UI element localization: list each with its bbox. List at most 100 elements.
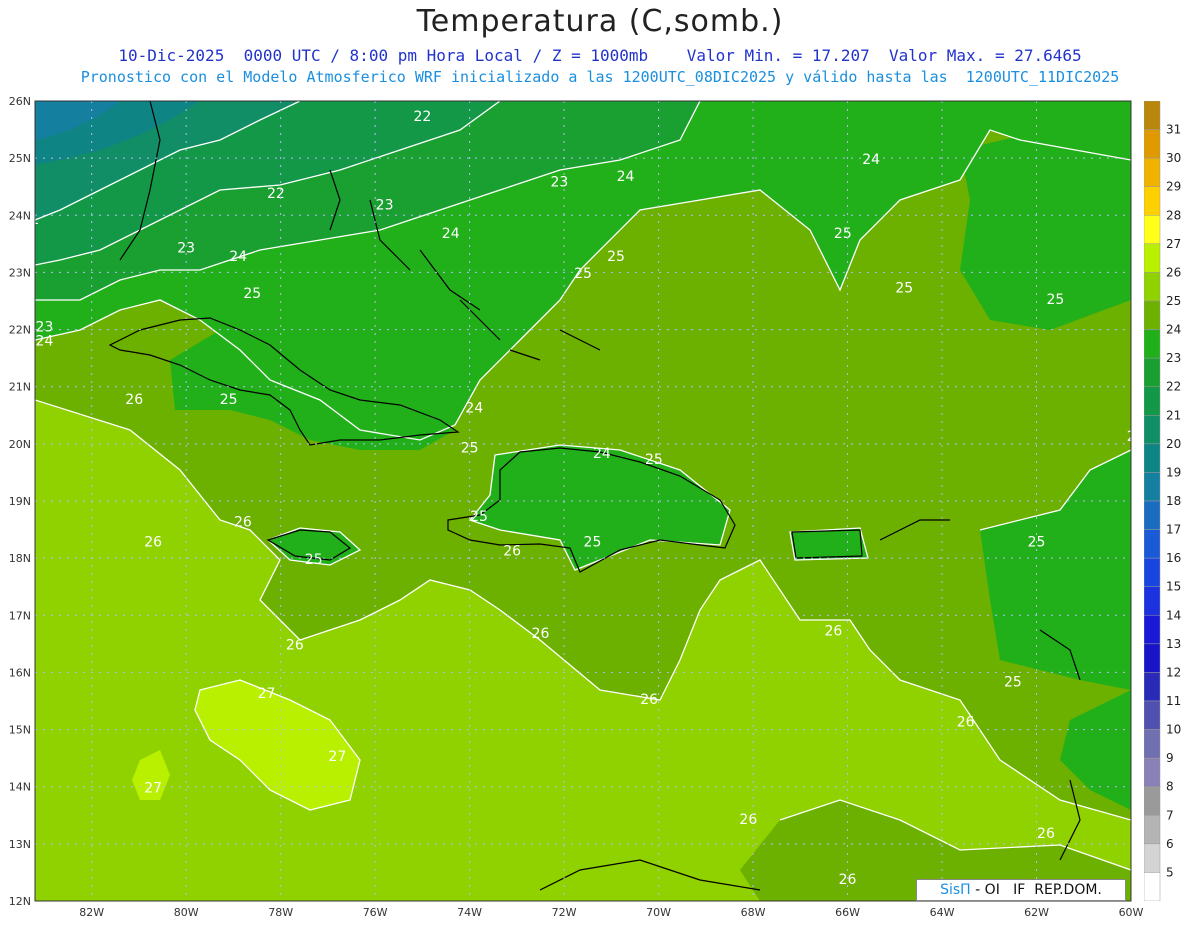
lat-label-23N: 23N bbox=[9, 266, 31, 279]
colorbar-label-22: 22 bbox=[1166, 380, 1181, 394]
lon-label-72W: 72W bbox=[552, 906, 577, 919]
badge-brand: SisΠ bbox=[940, 882, 971, 898]
lat-label-19N: 19N bbox=[9, 495, 31, 508]
colorbar-label-10: 10 bbox=[1166, 723, 1181, 737]
colorbar-box bbox=[1144, 729, 1161, 759]
colorbar-label-16: 16 bbox=[1166, 551, 1181, 565]
colorbar-label-12: 12 bbox=[1166, 665, 1181, 679]
colorbar-label-11: 11 bbox=[1166, 694, 1181, 708]
colorbar-label-14: 14 bbox=[1166, 608, 1181, 622]
isotherm-label: 25 bbox=[1004, 675, 1022, 691]
lat-label-25N: 25N bbox=[9, 152, 31, 165]
colorbar-box bbox=[1144, 529, 1161, 559]
colorbar-boxes bbox=[1144, 101, 1161, 901]
lon-label-64W: 64W bbox=[930, 906, 955, 919]
agency-badge: SisΠ - OI IF REP.DOM. bbox=[916, 879, 1126, 901]
subtitle-model-info: Pronostico con el Modelo Atmosferico WRF… bbox=[80, 68, 1120, 86]
isotherm-label: 25 bbox=[470, 509, 488, 525]
lat-label-17N: 17N bbox=[9, 609, 31, 622]
colorbar-box bbox=[1144, 615, 1161, 645]
isotherm-label: 26 bbox=[234, 515, 252, 531]
shade-24-pr bbox=[790, 528, 868, 560]
colorbar-box bbox=[1144, 215, 1161, 245]
lat-label-14N: 14N bbox=[9, 781, 31, 794]
colorbar-box bbox=[1144, 101, 1161, 130]
isotherm-label: 25 bbox=[243, 286, 261, 302]
isotherm-label: 26 bbox=[1037, 826, 1055, 842]
colorbar-labels: 31 30 29 28 27 26 25 24 23 22 21 20 19 18 17 16 15 14 13 12… bbox=[1166, 123, 1181, 880]
isotherm-label: 24 bbox=[593, 446, 611, 462]
isotherm-label: 26 bbox=[286, 638, 304, 654]
colorbar-box bbox=[1144, 815, 1161, 845]
lat-label-26N: 26N bbox=[9, 95, 31, 108]
colorbar-label-19: 19 bbox=[1166, 465, 1181, 479]
colorbar-label-5: 5 bbox=[1166, 865, 1174, 879]
colorbar-label-23: 23 bbox=[1166, 351, 1181, 365]
colorbar-label-26: 26 bbox=[1166, 265, 1181, 279]
colorbar-box bbox=[1144, 300, 1161, 330]
colorbar: 31 30 29 28 27 26 25 24 23 22 21 20 19 18 17 16 15 14 13 12… bbox=[1144, 101, 1181, 901]
colorbar-box bbox=[1144, 757, 1161, 787]
colorbar-label-20: 20 bbox=[1166, 437, 1181, 451]
isotherm-label: 25 bbox=[607, 249, 625, 265]
isotherm-label: 25 bbox=[220, 392, 238, 408]
colorbar-box bbox=[1144, 872, 1161, 901]
isotherm-label: 25 bbox=[305, 552, 323, 568]
colorbar-box bbox=[1144, 786, 1161, 816]
isotherm-label: 25 bbox=[645, 452, 663, 468]
colorbar-label-18: 18 bbox=[1166, 494, 1181, 508]
colorbar-box bbox=[1144, 672, 1161, 702]
lat-label-22N: 22N bbox=[9, 324, 31, 337]
isotherm-label: 24 bbox=[465, 400, 483, 416]
isotherm-label: 24 bbox=[617, 169, 635, 185]
isotherm-label: 24 bbox=[862, 152, 880, 168]
isotherm-label: 25 bbox=[574, 266, 592, 282]
isotherm-label: 25 bbox=[834, 226, 852, 242]
isotherm-label: 24 bbox=[36, 334, 54, 350]
isotherm-label: 24 bbox=[229, 249, 247, 265]
isotherm-label: 25 bbox=[1127, 429, 1145, 445]
colorbar-label-30: 30 bbox=[1166, 151, 1181, 165]
isotherm-label: 23 bbox=[376, 198, 394, 214]
colorbar-box bbox=[1144, 843, 1161, 873]
lat-label-24N: 24N bbox=[9, 209, 31, 222]
isotherm-label: 24 bbox=[442, 226, 460, 242]
colorbar-label-8: 8 bbox=[1166, 780, 1174, 794]
colorbar-box bbox=[1144, 186, 1161, 216]
colorbar-label-15: 15 bbox=[1166, 580, 1181, 594]
colorbar-label-25: 25 bbox=[1166, 294, 1181, 308]
colorbar-box bbox=[1144, 357, 1161, 387]
lon-label-74W: 74W bbox=[457, 906, 482, 919]
lat-label-16N: 16N bbox=[9, 666, 31, 679]
isotherm-label: 26 bbox=[503, 543, 521, 559]
colorbar-label-21: 21 bbox=[1166, 408, 1181, 422]
colorbar-label-9: 9 bbox=[1166, 751, 1174, 765]
isotherm-label: 22 bbox=[267, 186, 285, 202]
isotherm-label: 27 bbox=[258, 686, 276, 702]
colorbar-box bbox=[1144, 700, 1161, 730]
isotherm-label: 25 bbox=[1046, 292, 1064, 308]
colorbar-box bbox=[1144, 443, 1161, 473]
colorbar-box bbox=[1144, 586, 1161, 616]
lat-label-13N: 13N bbox=[9, 838, 31, 851]
colorbar-box bbox=[1144, 386, 1161, 416]
lat-label-20N: 20N bbox=[9, 438, 31, 451]
lon-label-76W: 76W bbox=[363, 906, 388, 919]
isotherm-label: 22 bbox=[413, 109, 431, 125]
lon-label-62W: 62W bbox=[1024, 906, 1049, 919]
lon-label-68W: 68W bbox=[741, 906, 766, 919]
isotherm-label: 26 bbox=[957, 715, 975, 731]
colorbar-box bbox=[1144, 243, 1161, 273]
lon-label-78W: 78W bbox=[268, 906, 293, 919]
latitude-axis: 26N 25N 24N 23N 22N 21N 20N 19N 18N 17N 16N 15N 14N 1… bbox=[9, 95, 31, 908]
isotherm-label: 27 bbox=[144, 780, 162, 796]
colorbar-label-28: 28 bbox=[1166, 208, 1181, 222]
colorbar-box bbox=[1144, 415, 1161, 445]
colorbar-label-6: 6 bbox=[1166, 837, 1174, 851]
colorbar-label-29: 29 bbox=[1166, 180, 1181, 194]
colorbar-label-27: 27 bbox=[1166, 237, 1181, 251]
isotherm-label: 25 bbox=[895, 280, 913, 296]
colorbar-box bbox=[1144, 557, 1161, 587]
subtitle-run-info: 10-Dic-2025 0000 UTC / 8:00 pm Hora Loca… bbox=[118, 46, 1082, 65]
isotherm-label: 26 bbox=[739, 812, 757, 828]
